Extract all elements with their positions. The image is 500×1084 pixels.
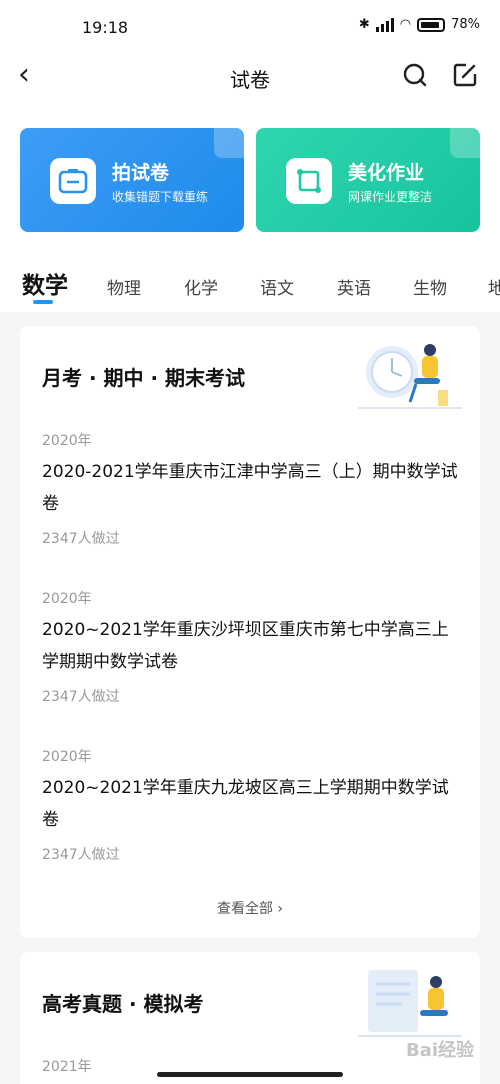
tab-english[interactable]: 英语 <box>337 274 371 299</box>
subject-tabs: 数学 物理 化学 语文 英语 生物 地 <box>0 246 500 312</box>
signal-icon <box>375 17 394 32</box>
battery-icon <box>417 17 446 32</box>
wifi-icon: ◠ <box>399 17 412 32</box>
hero-section: 拍试卷 收集错题下载重练 美化作业 网课作业更整洁 <box>0 104 500 246</box>
paper-year: 2020年 <box>42 591 92 607</box>
status-time: 19:18 <box>82 18 129 37</box>
nav-bar: ‹ 试卷 <box>0 52 500 104</box>
card-fold <box>214 128 244 158</box>
status-icons: ✱ ◠ 78% <box>359 17 480 32</box>
exam-section-card: 月考 · 期中 · 期末考试 2020年 2020-2021学年重庆市江津中学高… <box>20 326 480 938</box>
section-title: 月考 · 期中 · 期末考试 <box>42 366 246 390</box>
scan-paper-card[interactable]: 拍试卷 收集错题下载重练 <box>20 128 244 232</box>
search-icon[interactable] <box>400 60 430 90</box>
battery-level: 78% <box>451 17 480 32</box>
paper-year: 2021年 <box>42 1059 92 1075</box>
section-title: 高考真题 · 模拟考 <box>42 992 204 1016</box>
tab-biology[interactable]: 生物 <box>413 274 447 299</box>
status-bar: 19:18 ✱ ◠ 78% <box>0 0 500 52</box>
home-indicator[interactable] <box>157 1072 343 1077</box>
paper-count: 2347人做过 <box>42 531 120 547</box>
paper-count: 2347人做过 <box>42 847 120 863</box>
bluetooth-icon: ✱ <box>358 17 370 32</box>
tab-geography[interactable]: 地 <box>488 274 500 299</box>
paper-title[interactable]: 2020-2021学年重庆市江津中学高三（上）期中数学试卷 <box>42 456 462 520</box>
tab-chinese[interactable]: 语文 <box>260 274 294 299</box>
camera-icon <box>50 158 96 204</box>
scan-paper-title: 拍试卷 <box>112 162 170 184</box>
paper-title[interactable]: 2020~2021学年重庆九龙坡区高三上学期期中数学试卷 <box>42 772 462 836</box>
crop-icon <box>286 158 332 204</box>
card-fold <box>450 128 480 158</box>
gaokao-section-card: 高考真题 · 模拟考 2021年 <box>20 952 480 1084</box>
view-all-button[interactable]: 查看全部 › <box>20 898 480 918</box>
study-illustration <box>358 970 462 1037</box>
tab-physics[interactable]: 物理 <box>107 274 141 299</box>
edit-icon[interactable] <box>450 60 480 90</box>
paper-year: 2020年 <box>42 433 92 449</box>
watermark: Bai经验 <box>405 1040 474 1061</box>
tab-math[interactable]: 数学 <box>22 266 68 300</box>
study-illustration <box>358 344 462 409</box>
paper-count: 2347人做过 <box>42 689 120 705</box>
tab-chemistry[interactable]: 化学 <box>184 274 218 299</box>
beautify-homework-subtitle: 网课作业更整洁 <box>348 190 433 204</box>
beautify-homework-card[interactable]: 美化作业 网课作业更整洁 <box>256 128 480 232</box>
scan-paper-subtitle: 收集错题下载重练 <box>112 190 209 204</box>
paper-year: 2020年 <box>42 749 92 765</box>
paper-title[interactable]: 2020~2021学年重庆沙坪坝区重庆市第七中学高三上学期期中数学试卷 <box>42 614 462 678</box>
active-tab-indicator <box>33 300 53 304</box>
beautify-homework-title: 美化作业 <box>348 162 425 184</box>
